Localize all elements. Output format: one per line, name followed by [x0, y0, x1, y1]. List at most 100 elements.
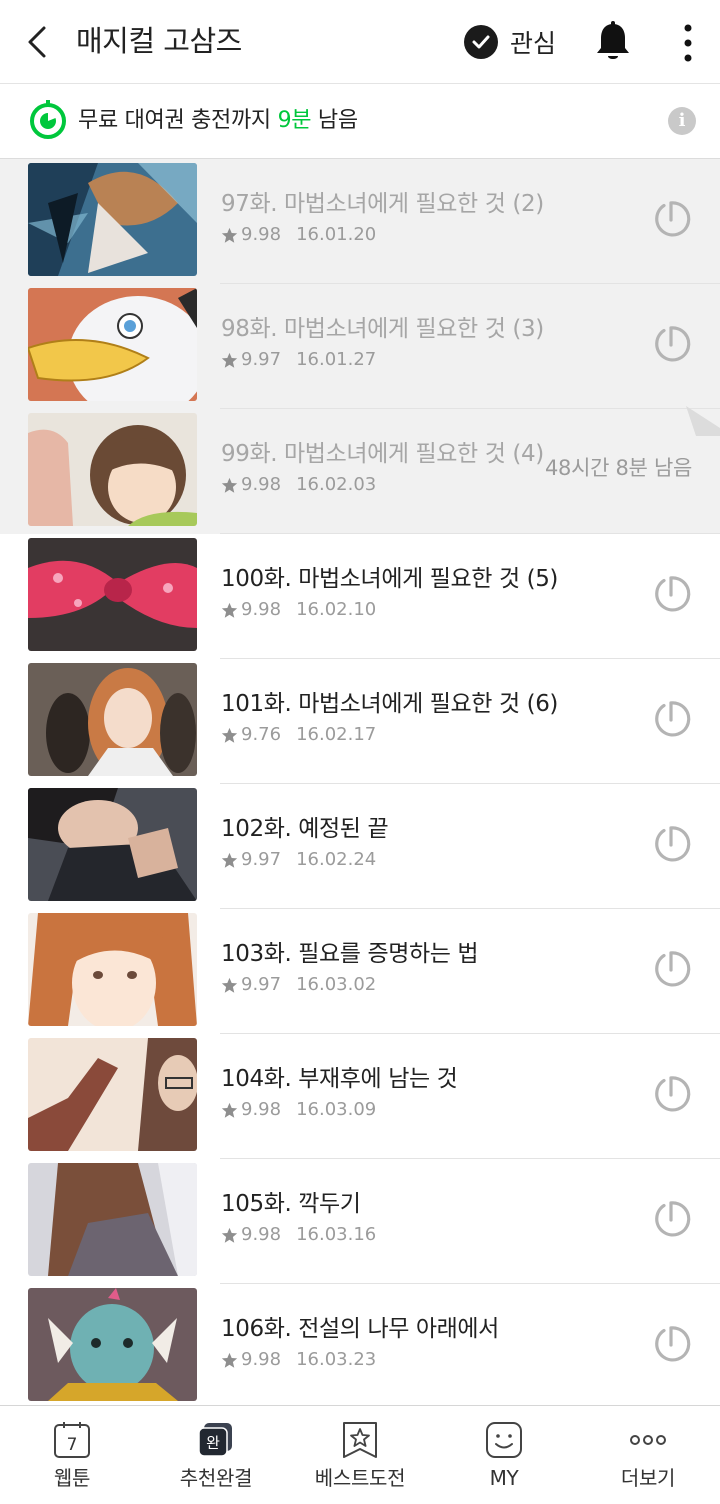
episode-rating: 9.97	[241, 349, 282, 370]
notification-button[interactable]	[594, 20, 632, 64]
episode-rating: 9.98	[241, 224, 282, 245]
episode-rating: 9.98	[241, 599, 282, 620]
episode-title: 103화. 필요를 증명하는 법	[221, 941, 479, 967]
episode-date: 16.02.10	[296, 599, 377, 620]
episode-title: 106화. 전설의 나무 아래에서	[221, 1316, 499, 1342]
nav-more[interactable]: 더보기	[576, 1406, 720, 1504]
episode-row[interactable]: 105화. 깍두기 9.98 16.03.16	[0, 1159, 720, 1284]
episode-row[interactable]: 97화. 마법소녀에게 필요한 것 (2) 9.98 16.01.20	[0, 159, 720, 284]
episode-date: 16.01.27	[296, 349, 377, 370]
countdown-prefix: 무료 대여권 충전까지	[78, 108, 271, 133]
episode-thumbnail	[28, 1163, 197, 1276]
episode-meta: 9.98 16.02.03	[221, 473, 376, 497]
episode-thumbnail	[28, 538, 197, 651]
nav-my[interactable]: MY	[432, 1406, 576, 1504]
episode-title: 102화. 예정된 끝	[221, 816, 389, 842]
episode-row[interactable]: 101화. 마법소녀에게 필요한 것 (6) 9.76 16.02.17	[0, 659, 720, 784]
episode-rating: 9.98	[241, 1349, 282, 1370]
rental-timer-icon	[655, 1076, 691, 1112]
episode-title: 100화. 마법소녀에게 필요한 것 (5)	[221, 566, 558, 592]
episode-rating: 9.76	[241, 724, 282, 745]
episode-meta: 9.98 16.01.20	[221, 223, 376, 247]
episode-rating: 9.98	[241, 1224, 282, 1245]
episode-meta: 9.98 16.02.10	[221, 598, 376, 622]
episode-thumbnail	[28, 1038, 197, 1151]
episode-date: 16.03.09	[296, 1099, 377, 1120]
nav-best-challenge[interactable]: 베스트도전	[288, 1406, 432, 1504]
star-bookmark-icon	[343, 1422, 377, 1458]
episode-title: 99화. 마법소녀에게 필요한 것 (4)	[221, 441, 544, 467]
episode-meta: 9.97 16.01.27	[221, 348, 376, 372]
info-icon[interactable]: i	[668, 107, 696, 135]
free-rental-countdown: 무료 대여권 충전까지 9분 남음	[78, 106, 358, 136]
rental-timer-icon	[655, 576, 691, 612]
episode-rating: 9.97	[241, 849, 282, 870]
countdown-suffix: 남음	[317, 108, 358, 133]
star-icon	[221, 352, 238, 368]
nav-more-label: 더보기	[620, 1466, 676, 1490]
episode-row[interactable]: 99화. 마법소녀에게 필요한 것 (4) 9.98 16.02.03 48시간…	[0, 409, 720, 534]
nav-recommended-label: 추천완결	[179, 1466, 253, 1490]
calendar-icon: 7	[54, 1422, 90, 1458]
episode-rating: 9.98	[241, 1099, 282, 1120]
check-icon	[464, 25, 498, 59]
star-icon	[221, 852, 238, 868]
nav-webtoon-label: 웹툰	[53, 1466, 91, 1490]
episode-thumbnail	[28, 413, 197, 526]
countdown-time: 9분	[277, 108, 312, 133]
episode-date: 16.02.03	[296, 474, 377, 495]
more-horizontal-icon	[630, 1435, 666, 1445]
nav-my-label: MY	[489, 1466, 519, 1490]
episode-row[interactable]: 100화. 마법소녀에게 필요한 것 (5) 9.98 16.02.10	[0, 534, 720, 659]
bottom-navigation: 7 웹툰 완 추천완결 베스트도전 MY 더보기	[0, 1405, 720, 1504]
star-icon	[221, 477, 238, 493]
episode-rating: 9.97	[241, 974, 282, 995]
timer-icon	[30, 100, 66, 139]
star-icon	[221, 727, 238, 743]
back-button[interactable]	[22, 22, 58, 62]
episode-thumbnail	[28, 288, 197, 401]
completed-badge-text: 완	[206, 1434, 220, 1452]
calendar-day: 7	[67, 1435, 78, 1455]
rental-timer-icon	[655, 951, 691, 987]
episode-meta: 9.97 16.03.02	[221, 973, 376, 997]
episode-title: 104화. 부재후에 남는 것	[221, 1066, 458, 1092]
star-icon	[221, 1102, 238, 1118]
episode-thumbnail	[28, 788, 197, 901]
nav-best-label: 베스트도전	[314, 1466, 406, 1490]
episode-date: 16.03.02	[296, 974, 377, 995]
episode-thumbnail	[28, 913, 197, 1026]
episode-list: 97화. 마법소녀에게 필요한 것 (2) 9.98 16.01.20 98화.	[0, 159, 720, 1409]
bell-icon	[597, 21, 629, 59]
episode-row[interactable]: 98화. 마법소녀에게 필요한 것 (3) 9.97 16.01.27	[0, 284, 720, 409]
more-vertical-icon	[684, 24, 692, 62]
scroll-handle[interactable]	[686, 406, 720, 436]
episode-row[interactable]: 103화. 필요를 증명하는 법 9.97 16.03.02	[0, 909, 720, 1034]
episode-row[interactable]: 102화. 예정된 끝 9.97 16.02.24	[0, 784, 720, 909]
rental-timer-icon	[655, 826, 691, 862]
star-icon	[221, 227, 238, 243]
episode-rating: 9.98	[241, 474, 282, 495]
episode-meta: 9.76 16.02.17	[221, 723, 376, 747]
episode-meta: 9.98 16.03.16	[221, 1223, 376, 1247]
rental-timer-icon	[655, 201, 691, 237]
episode-thumbnail	[28, 1288, 197, 1401]
favorite-button[interactable]: 관심	[464, 24, 556, 60]
episode-title: 105화. 깍두기	[221, 1191, 361, 1217]
top-app-bar: 매지컬 고삼즈 관심	[0, 0, 720, 84]
episode-row[interactable]: 104화. 부재후에 남는 것 9.98 16.03.09	[0, 1034, 720, 1159]
rental-remaining-time: 48시간 8분 남음	[544, 456, 692, 480]
episode-row[interactable]: 106화. 전설의 나무 아래에서 9.98 16.03.23	[0, 1284, 720, 1409]
episode-date: 16.01.20	[296, 224, 377, 245]
episode-thumbnail	[28, 163, 197, 276]
smile-icon	[486, 1422, 522, 1458]
star-icon	[221, 602, 238, 618]
nav-webtoon[interactable]: 7 웹툰	[0, 1406, 144, 1504]
completed-badge-icon: 완	[198, 1423, 232, 1457]
rental-timer-icon	[655, 326, 691, 362]
more-options-button[interactable]	[674, 22, 702, 64]
rental-timer-icon	[655, 1326, 691, 1362]
favorite-label: 관심	[510, 29, 557, 58]
star-icon	[221, 1227, 238, 1243]
nav-recommended-completed[interactable]: 완 추천완결	[144, 1406, 288, 1504]
